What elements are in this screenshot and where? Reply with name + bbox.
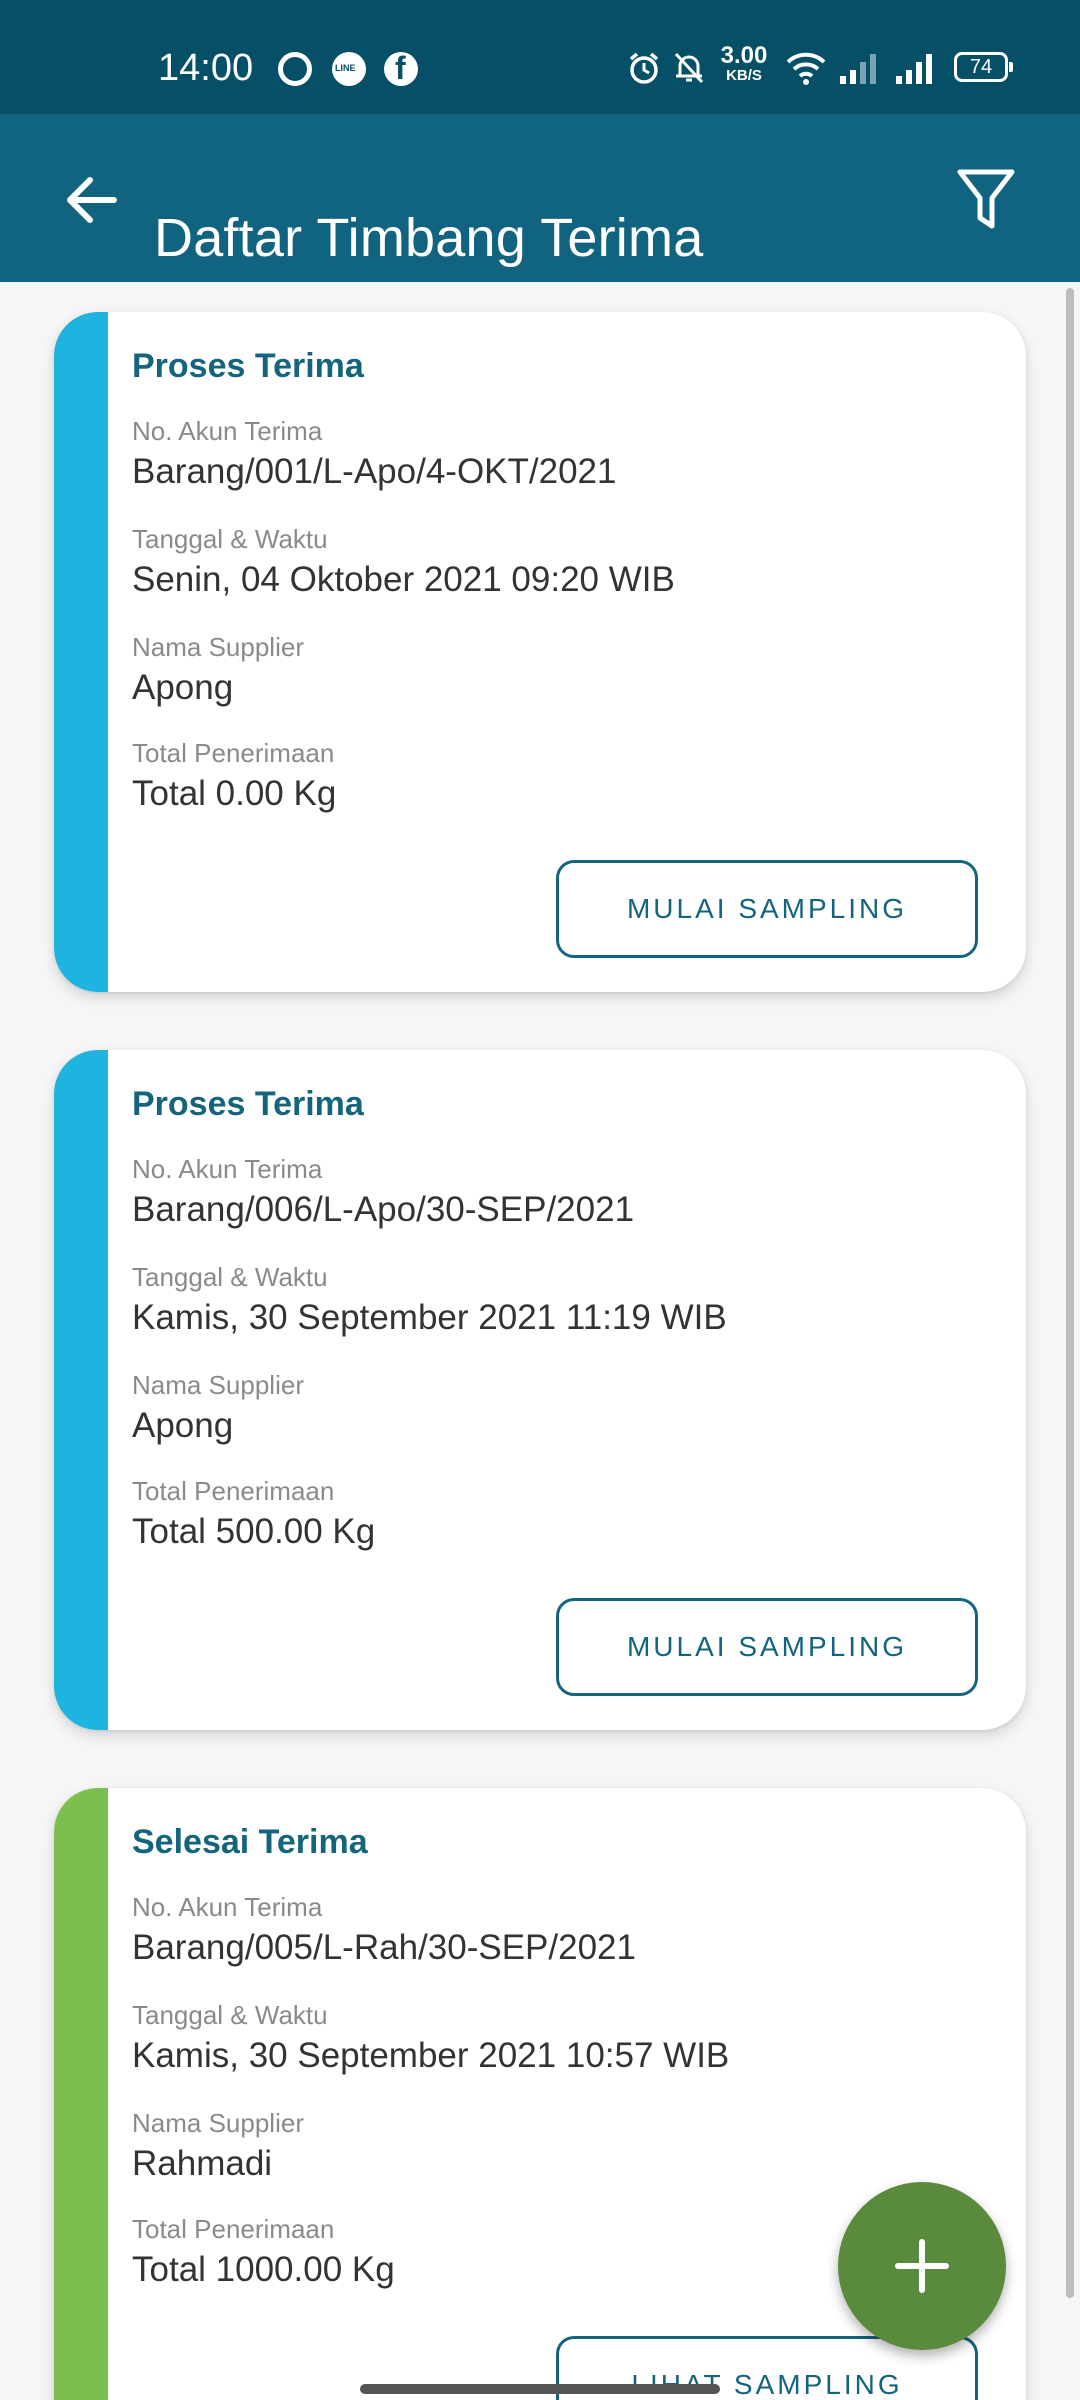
datetime-value: Kamis, 30 September 2021 11:19 WIB [132, 1298, 727, 1337]
signal-sim1-icon [840, 54, 876, 84]
status-stripe [54, 312, 108, 992]
screen: 14:00 3.00 KB/S [0, 0, 1080, 2400]
alarm-icon [629, 52, 659, 84]
datetime-label: Tanggal & Waktu [132, 2000, 328, 2030]
app-bar: Daftar Timbang Terima [0, 114, 1080, 282]
plus-icon [895, 2239, 949, 2293]
account-label: No. Akun Terima [132, 416, 323, 446]
account-label: No. Akun Terima [132, 1154, 323, 1184]
wifi-icon [786, 52, 826, 85]
account-value: Barang/006/L-Apo/30-SEP/2021 [132, 1190, 635, 1229]
network-speed-value: 3.00 [720, 42, 768, 69]
supplier-label: Nama Supplier [132, 632, 304, 662]
datetime-value: Kamis, 30 September 2021 10:57 WIB [132, 2036, 730, 2075]
arrow-left-icon[interactable] [60, 168, 124, 232]
supplier-value: Apong [132, 668, 234, 707]
supplier-value: Rahmadi [132, 2144, 273, 2183]
receipt-card[interactable]: Proses Terima No. Akun Terima Barang/006… [54, 1050, 1026, 1730]
supplier-label: Nama Supplier [132, 2108, 304, 2138]
datetime-label: Tanggal & Waktu [132, 524, 328, 554]
supplier-value: Apong [132, 1406, 234, 1445]
network-speed-unit: KB/S [726, 67, 762, 84]
account-value: Barang/005/L-Rah/30-SEP/2021 [132, 1928, 636, 1967]
signal-sim2-icon [896, 54, 932, 84]
total-value: Total 0.00 Kg [132, 774, 337, 813]
status-stripe [54, 1788, 108, 2400]
card-status: Proses Terima [132, 1085, 364, 1123]
status-stripe [54, 1050, 108, 1730]
network-speed: 3.00 KB/S [714, 44, 774, 84]
mute-bell-icon [674, 52, 704, 84]
battery-indicator: 74 [954, 52, 1013, 82]
line-icon [332, 52, 366, 86]
total-label: Total Penerimaan [132, 738, 335, 768]
total-label: Total Penerimaan [132, 2214, 335, 2244]
start-sampling-button[interactable]: MULAI SAMPLING [556, 1598, 978, 1696]
account-label: No. Akun Terima [132, 1892, 323, 1922]
add-button[interactable] [838, 2182, 1006, 2350]
total-label: Total Penerimaan [132, 1476, 335, 1506]
receipt-card[interactable]: Proses Terima No. Akun Terima Barang/001… [54, 312, 1026, 992]
supplier-label: Nama Supplier [132, 1370, 304, 1400]
card-status: Proses Terima [132, 347, 364, 385]
filter-icon[interactable] [954, 164, 1018, 234]
gesture-nav-handle[interactable] [360, 2384, 720, 2394]
total-value: Total 500.00 Kg [132, 1512, 376, 1551]
page-title: Daftar Timbang Terima [154, 208, 704, 269]
start-sampling-button[interactable]: MULAI SAMPLING [556, 860, 978, 958]
status-time: 14:00 [158, 47, 254, 89]
receipt-list[interactable]: Proses Terima No. Akun Terima Barang/001… [0, 282, 1080, 2400]
total-value: Total 1000.00 Kg [132, 2250, 395, 2289]
account-value: Barang/001/L-Apo/4-OKT/2021 [132, 452, 617, 491]
status-bar: 14:00 3.00 KB/S [0, 0, 1080, 114]
card-status: Selesai Terima [132, 1823, 368, 1861]
whatsapp-icon [278, 52, 312, 86]
datetime-label: Tanggal & Waktu [132, 1262, 328, 1292]
scrollbar[interactable] [1066, 288, 1074, 2298]
facebook-icon [384, 50, 418, 87]
datetime-value: Senin, 04 Oktober 2021 09:20 WIB [132, 560, 675, 599]
